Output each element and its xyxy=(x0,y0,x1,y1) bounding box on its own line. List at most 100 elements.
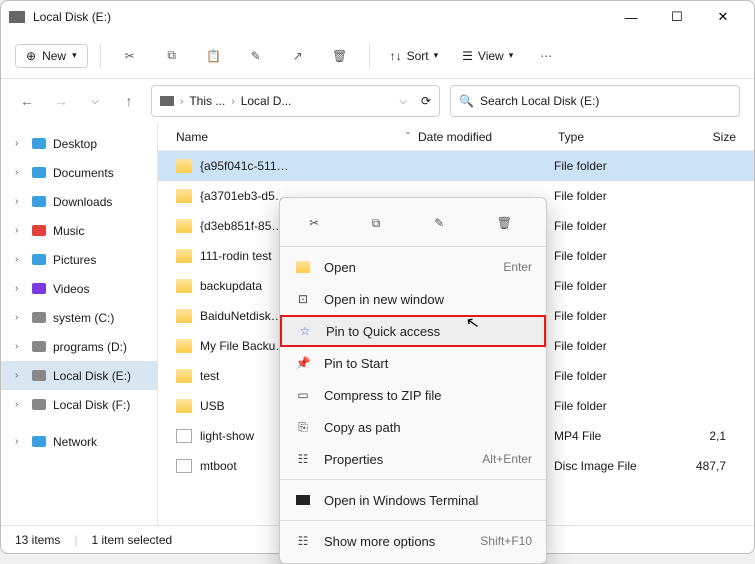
cut-icon[interactable]: ✂ xyxy=(113,39,147,73)
folder-icon xyxy=(31,281,47,297)
nav-row: ← → ⌵ ↑ › This ... › Local D... ⌵ ⟳ 🔍 Se… xyxy=(1,79,754,123)
chevron-down-icon: ▾ xyxy=(72,50,77,61)
forward-button[interactable]: → xyxy=(49,93,73,109)
folder-icon xyxy=(31,194,47,210)
chevron-right-icon: › xyxy=(15,225,25,236)
sidebar-item[interactable]: ›system (C:) xyxy=(1,303,157,332)
sort-button[interactable]: ↑↓ Sort ▾ xyxy=(382,39,447,73)
sidebar-item[interactable]: ›Local Disk (E:) xyxy=(1,361,157,390)
up-button[interactable]: ↑ xyxy=(117,93,141,109)
ctx-open[interactable]: OpenEnter xyxy=(280,251,546,283)
command-bar: ⊕ New ▾ ✂ ⧉ 📋 ✎ ↗ 🗑 ↑↓ Sort ▾ ☰ View ▾ ⋯ xyxy=(1,33,754,79)
zip-icon: ▭ xyxy=(294,388,312,402)
ctx-open-new-window[interactable]: ⊡ Open in new window xyxy=(280,283,546,315)
folder-icon xyxy=(176,279,192,293)
chevron-right-icon: › xyxy=(15,436,25,447)
folder-icon xyxy=(31,339,47,355)
file-explorer-window: Local Disk (E:) — ☐ ✕ ⊕ New ▾ ✂ ⧉ 📋 ✎ ↗ … xyxy=(0,0,755,554)
path-icon: ⎘ xyxy=(294,420,312,435)
folder-icon xyxy=(176,369,192,383)
chevron-right-icon: › xyxy=(15,399,25,410)
more-button[interactable]: ⋯ xyxy=(529,39,563,73)
search-icon: 🔍 xyxy=(459,94,474,108)
ctx-zip[interactable]: ▭ Compress to ZIP file xyxy=(280,379,546,411)
chevron-right-icon: › xyxy=(15,167,25,178)
file-icon xyxy=(176,429,192,443)
chevron-right-icon: › xyxy=(15,370,25,381)
folder-icon xyxy=(176,339,192,353)
chevron-right-icon: › xyxy=(15,138,25,149)
sidebar-item[interactable]: ›Desktop xyxy=(1,129,157,158)
ctx-more[interactable]: ☷ Show more optionsShift+F10 xyxy=(280,525,546,557)
share-icon[interactable]: ↗ xyxy=(281,39,315,73)
folder-icon xyxy=(176,159,192,173)
folder-icon xyxy=(31,368,47,384)
rename-icon[interactable]: ✎ xyxy=(239,39,273,73)
column-headers[interactable]: Name ˆ Date modified Type Size xyxy=(158,123,754,151)
sidebar-item[interactable]: ›Downloads xyxy=(1,187,157,216)
ctx-terminal[interactable]: Open in Windows Terminal xyxy=(280,484,546,516)
folder-icon xyxy=(294,261,312,273)
breadcrumb[interactable]: › This ... › Local D... ⌵ ⟳ xyxy=(151,85,440,117)
sidebar-item[interactable]: ›Local Disk (F:) xyxy=(1,390,157,419)
rename-icon[interactable]: ✎ xyxy=(434,216,454,230)
folder-icon xyxy=(31,397,47,413)
drive-icon xyxy=(9,11,25,23)
paste-icon[interactable]: 📋 xyxy=(197,39,231,73)
ctx-pin-start[interactable]: 📌 Pin to Start xyxy=(280,347,546,379)
search-input[interactable]: 🔍 Search Local Disk (E:) xyxy=(450,85,740,117)
drive-icon xyxy=(160,96,174,106)
folder-icon xyxy=(176,189,192,203)
refresh-icon[interactable]: ⟳ xyxy=(421,94,431,108)
chevron-right-icon: › xyxy=(15,312,25,323)
folder-icon xyxy=(176,219,192,233)
context-menu: ✂ ⧉ ✎ 🗑 OpenEnter ⊡ Open in new window ☆… xyxy=(279,197,547,564)
titlebar: Local Disk (E:) — ☐ ✕ xyxy=(1,1,754,33)
chevron-right-icon: › xyxy=(15,254,25,265)
sidebar: ›Desktop›Documents›Downloads›Music›Pictu… xyxy=(1,123,157,525)
minimize-button[interactable]: — xyxy=(608,1,654,33)
sort-icon: ↑↓ xyxy=(390,49,402,63)
chevron-right-icon: › xyxy=(15,196,25,207)
pin-icon: 📌 xyxy=(294,356,312,370)
view-icon: ☰ xyxy=(462,49,473,63)
folder-icon xyxy=(31,136,47,152)
cut-icon[interactable]: ✂ xyxy=(309,216,329,230)
chevron-down-icon[interactable]: ⌵ xyxy=(83,96,107,107)
sidebar-item[interactable]: ›Documents xyxy=(1,158,157,187)
window-icon: ⊡ xyxy=(294,292,312,306)
maximize-button[interactable]: ☐ xyxy=(654,1,700,33)
sidebar-item[interactable]: ›Network xyxy=(1,427,157,456)
copy-icon[interactable]: ⧉ xyxy=(372,216,392,231)
ctx-pin-quick-access[interactable]: ☆ Pin to Quick access xyxy=(280,315,546,347)
more-icon: ☷ xyxy=(294,534,312,548)
sidebar-item[interactable]: ›Videos xyxy=(1,274,157,303)
window-title: Local Disk (E:) xyxy=(33,10,111,24)
properties-icon: ☷ xyxy=(294,452,312,466)
sidebar-item[interactable]: ›programs (D:) xyxy=(1,332,157,361)
star-icon: ☆ xyxy=(296,324,314,338)
sidebar-item[interactable]: ›Pictures xyxy=(1,245,157,274)
copy-icon[interactable]: ⧉ xyxy=(155,39,189,73)
folder-icon xyxy=(31,165,47,181)
folder-icon xyxy=(31,252,47,268)
view-button[interactable]: ☰ View ▾ xyxy=(454,39,521,73)
folder-icon xyxy=(31,310,47,326)
delete-icon[interactable]: 🗑 xyxy=(323,39,357,73)
ctx-copy-path[interactable]: ⎘ Copy as path xyxy=(280,411,546,443)
back-button[interactable]: ← xyxy=(15,93,39,109)
chevron-right-icon: › xyxy=(15,283,25,294)
terminal-icon xyxy=(294,495,312,505)
table-row[interactable]: {a95f041c-511…File folder xyxy=(158,151,754,181)
close-button[interactable]: ✕ xyxy=(700,1,746,33)
folder-icon xyxy=(31,223,47,239)
ctx-properties[interactable]: ☷ PropertiesAlt+Enter xyxy=(280,443,546,475)
folder-icon xyxy=(176,309,192,323)
delete-icon[interactable]: 🗑 xyxy=(497,216,517,230)
plus-icon: ⊕ xyxy=(26,49,36,63)
folder-icon xyxy=(176,399,192,413)
new-button[interactable]: ⊕ New ▾ xyxy=(15,44,88,68)
folder-icon xyxy=(176,249,192,263)
chevron-right-icon: › xyxy=(15,341,25,352)
sidebar-item[interactable]: ›Music xyxy=(1,216,157,245)
